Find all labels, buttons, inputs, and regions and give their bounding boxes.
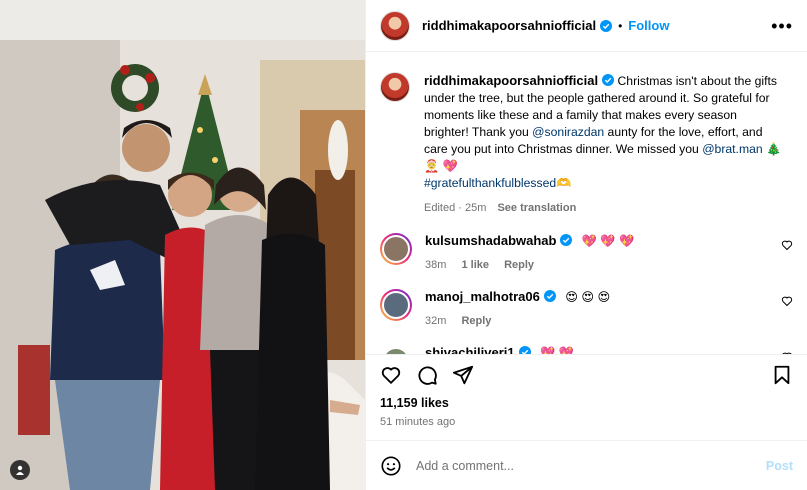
verified-icon — [560, 234, 573, 246]
verified-icon — [602, 74, 615, 86]
likes-count[interactable]: 11,159 likes — [366, 396, 807, 410]
bookmark-icon[interactable] — [771, 364, 793, 386]
like-comment-heart-icon[interactable] — [781, 295, 793, 307]
mention-sonirazdan[interactable]: @sonirazdan — [532, 125, 604, 139]
comment-avatar[interactable] — [380, 345, 412, 354]
post-actions-bar — [366, 354, 807, 394]
comment-item: shivachiliveri1 💖 💖 — [380, 345, 793, 354]
share-icon[interactable] — [452, 364, 474, 386]
like-comment-heart-icon[interactable] — [781, 351, 793, 354]
comment-item: kulsumshadabwahab 💖 💖 💖 38m 1 like Reply — [380, 233, 793, 273]
comment-body: shivachiliveri1 💖 💖 — [425, 345, 574, 354]
like-comment-heart-icon[interactable] — [781, 239, 793, 251]
emoji-icon[interactable] — [380, 455, 402, 477]
comment-meta: 32m Reply — [425, 313, 610, 329]
verified-icon — [600, 19, 613, 32]
reply-button[interactable]: Reply — [504, 259, 534, 271]
comment-avatar[interactable] — [380, 233, 412, 265]
follow-button[interactable]: Follow — [628, 18, 669, 33]
comment-time: 38m — [425, 259, 447, 271]
verified-icon — [518, 346, 531, 354]
comment-username[interactable]: shivachiliveri1 — [425, 345, 515, 354]
comment-input[interactable] — [416, 458, 766, 473]
edited-timestamp: Edited · 25m — [424, 202, 487, 214]
comment-time: 32m — [425, 315, 447, 327]
comment-body: manoj_malhotra06 😍 😍 😍 32m Reply — [425, 289, 610, 329]
comment-item: manoj_malhotra06 😍 😍 😍 32m Reply — [380, 289, 793, 329]
hashtag-emoji: 🫶 — [556, 176, 572, 190]
post-side-panel: riddhimakapoorsahniofficial • Follow •••… — [365, 0, 807, 490]
author-avatar[interactable] — [380, 10, 410, 41]
header-separator: • — [618, 18, 623, 33]
comment-username[interactable]: kulsumshadabwahab — [425, 233, 556, 248]
add-comment-bar: Post — [366, 440, 807, 490]
mention-brat-man[interactable]: @brat.man — [702, 142, 762, 156]
hashtag-link[interactable]: #gratefulthankfulblessed — [424, 176, 556, 190]
comment-icon[interactable] — [416, 364, 438, 386]
tag-user-icon[interactable] — [10, 460, 30, 480]
reply-button[interactable]: Reply — [461, 315, 491, 327]
comment-text: 😍 😍 😍 — [565, 290, 611, 304]
comment-avatar[interactable] — [380, 289, 412, 321]
family-christmas-photo — [0, 0, 365, 490]
comment-meta: 38m 1 like Reply — [425, 257, 634, 273]
comments-scroll-area[interactable]: riddhimakapoorsahniofficial Christmas is… — [366, 52, 807, 354]
comment-text: 💖 💖 — [540, 346, 574, 354]
comment-body: kulsumshadabwahab 💖 💖 💖 38m 1 like Reply — [425, 233, 634, 273]
post-caption: riddhimakapoorsahniofficial Christmas is… — [380, 72, 793, 217]
post-comment-button[interactable]: Post — [766, 459, 793, 473]
more-options-icon[interactable]: ••• — [771, 17, 793, 35]
caption-username[interactable]: riddhimakapoorsahniofficial — [424, 73, 598, 88]
post-timestamp: 51 minutes ago — [380, 416, 456, 428]
comment-likes[interactable]: 1 like — [461, 259, 489, 271]
post-photo[interactable] — [0, 0, 365, 490]
caption-meta: Edited · 25m See translation — [424, 200, 784, 217]
verified-icon — [543, 290, 556, 302]
author-username[interactable]: riddhimakapoorsahniofficial — [422, 18, 596, 33]
caption-avatar[interactable] — [380, 72, 410, 102]
instagram-post-view: riddhimakapoorsahniofficial • Follow •••… — [0, 0, 807, 490]
comment-username[interactable]: manoj_malhotra06 — [425, 289, 540, 304]
post-header: riddhimakapoorsahniofficial • Follow ••• — [366, 0, 807, 52]
caption-body: riddhimakapoorsahniofficial Christmas is… — [424, 72, 784, 217]
see-translation-button[interactable]: See translation — [497, 202, 576, 214]
comment-text: 💖 💖 💖 — [581, 234, 635, 248]
heart-icon[interactable] — [380, 364, 402, 386]
